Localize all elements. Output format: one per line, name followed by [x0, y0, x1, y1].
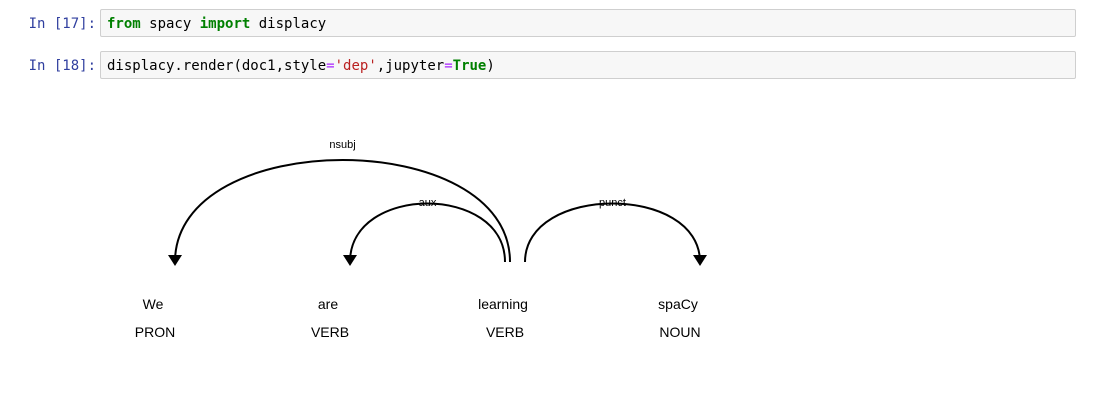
dependency-arc [349, 202, 506, 263]
dependency-visualization: We PRON are VERB learning VERB spaCy NOUN nsubj a… [135, 139, 707, 340]
arc-arrowhead [168, 255, 182, 266]
token-tag: VERB [311, 324, 349, 340]
arc-label: punct [599, 197, 626, 209]
token-word: spaCy [658, 296, 698, 312]
token-word: We [143, 296, 164, 312]
token-tag: PRON [135, 324, 175, 340]
dependency-arc [174, 159, 511, 263]
arc-label: aux [419, 197, 437, 209]
dependency-arc [524, 202, 701, 263]
token-word: learning [478, 296, 528, 312]
arc-arrowhead [693, 255, 707, 266]
token-word: are [318, 296, 338, 312]
token-tag: NOUN [659, 324, 700, 340]
token-tag: VERB [486, 324, 524, 340]
arc-arrowhead [343, 255, 357, 266]
arc-label: nsubj [329, 139, 355, 151]
